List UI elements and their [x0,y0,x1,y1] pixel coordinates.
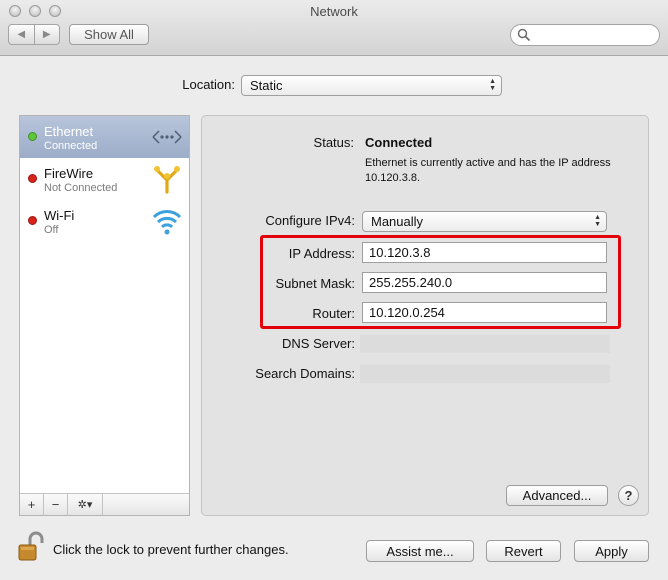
window-toolbar: Network ◀ ▶ Show All [0,0,668,56]
popup-arrows-icon: ▲ ▼ [594,214,601,228]
search-domains-list[interactable] [360,365,610,383]
service-status: Not Connected [44,182,118,194]
location-label: Location: [182,77,235,92]
status-description: Ethernet is currently active and has the… [365,157,611,184]
service-list: Ethernet Connected FireWire Not Connecte… [19,115,190,516]
popup-arrows-icon: ▲ ▼ [489,78,496,92]
lock-message: Click the lock to prevent further change… [53,542,289,557]
apply-button[interactable]: Apply [574,540,649,562]
service-status: Off [44,224,59,236]
service-status: Connected [44,140,98,152]
lock-icon[interactable] [18,530,44,562]
add-service-button[interactable]: + [20,494,44,515]
location-value: Static [250,78,283,93]
gear-icon[interactable]: ✲▾ [68,494,103,515]
ethernet-icon [152,130,182,144]
service-item-firewire[interactable]: FireWire Not Connected [20,158,189,200]
dns-server-label: DNS Server: [282,336,355,351]
show-all-button[interactable]: Show All [69,24,149,45]
dns-server-list[interactable] [360,335,610,353]
window-title: Network [310,4,358,19]
location-popup[interactable]: Static ▲ ▼ [241,75,502,96]
wifi-icon [152,210,182,235]
advanced-button[interactable]: Advanced... [506,485,608,506]
forward-arrow-icon[interactable]: ▶ [35,25,60,44]
back-arrow-icon[interactable]: ◀ [9,25,35,44]
search-icon [517,28,531,42]
network-preferences-window: Network ◀ ▶ Show All Location: Static ▲ ▼… [0,0,668,580]
service-name: FireWire [44,166,94,181]
remove-service-button[interactable]: − [44,494,68,515]
help-button[interactable]: ? [618,485,639,506]
service-list-toolbar: + − ✲▾ [20,493,189,515]
service-name: Ethernet [44,124,94,139]
service-item-ethernet[interactable]: Ethernet Connected [20,116,189,158]
firewire-icon [154,166,180,194]
status-value: Connected [365,135,433,150]
assist-me-button[interactable]: Assist me... [366,540,474,562]
revert-button[interactable]: Revert [486,540,561,562]
service-name: Wi-Fi [44,208,75,223]
configure-ipv4-value: Manually [371,214,424,229]
service-item-wifi[interactable]: Wi-Fi Off [20,200,189,242]
search-field[interactable] [510,24,660,46]
status-dot [28,132,37,141]
search-domains-label: Search Domains: [255,366,355,381]
configure-ipv4-label: Configure IPv4: [265,213,355,228]
status-dot [28,216,37,225]
navigation-segment: ◀ ▶ [8,24,60,45]
configure-ipv4-popup[interactable]: Manually ▲ ▼ [362,211,607,232]
highlight-box [260,235,621,329]
status-dot [28,174,37,183]
status-label: Status: [313,135,354,150]
